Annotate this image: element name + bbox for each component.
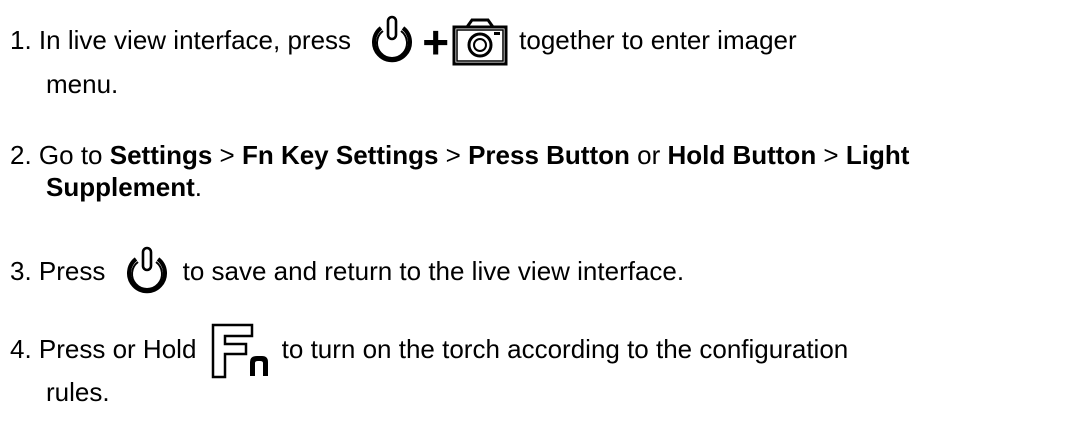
step-text: to turn on the torch according to the co… [281,333,849,364]
menu-press-button: Press Button [468,140,630,170]
power-icon [364,14,420,70]
step-number: 3. [10,255,32,286]
step-text: to save and return to the live view inte… [182,255,685,286]
step-2-line-2: Supplement. [10,171,1070,203]
power-icon [119,245,175,301]
fn-key-icon [210,322,272,380]
step-text-continuation: rules. [46,377,110,407]
step-4: 4. Press or Hold to turn on the torch ac… [10,322,1070,410]
separator: > [438,140,469,170]
step-3-line-1: 3. Press to save and return to the live … [10,245,1070,294]
menu-settings: Settings [109,140,213,170]
step-2: 2. Go to Settings > Fn Key Settings > Pr… [10,139,1070,203]
instruction-list: 1. In live view interface, press + toget… [0,0,1080,437]
separator: > [212,140,242,170]
step-text: Press or Hold [31,333,197,364]
step-text: . [194,172,203,202]
step-number: 2. [10,140,32,170]
menu-fn-key-settings: Fn Key Settings [241,140,439,170]
step-2-line-1: 2. Go to Settings > Fn Key Settings > Pr… [10,139,1070,171]
menu-light-supplement: Light [845,140,910,170]
step-number: 1. [10,24,32,55]
step-text: or [629,140,668,170]
step-text: Go to [31,140,110,170]
step-3: 3. Press to save and return to the live … [10,245,1070,294]
step-text-continuation: menu. [46,69,119,99]
menu-light-supplement-cont: Supplement [46,172,195,202]
step-number: 4. [10,333,32,364]
step-text: In live view interface, press [31,24,352,55]
step-4-line-2: rules. [10,374,1070,410]
step-1: 1. In live view interface, press + toget… [10,14,1070,102]
plus-sign: + [422,16,450,68]
step-1-line-2: menu. [10,66,1070,102]
menu-hold-button: Hold Button [667,140,817,170]
step-text: together to enter imager [519,24,797,55]
camera-icon [451,17,509,67]
step-1-line-1: 1. In live view interface, press + toget… [10,14,1070,66]
step-text: Press [31,255,106,286]
step-4-line-1: 4. Press or Hold to turn on the torch ac… [10,322,1070,379]
separator: > [816,140,846,170]
